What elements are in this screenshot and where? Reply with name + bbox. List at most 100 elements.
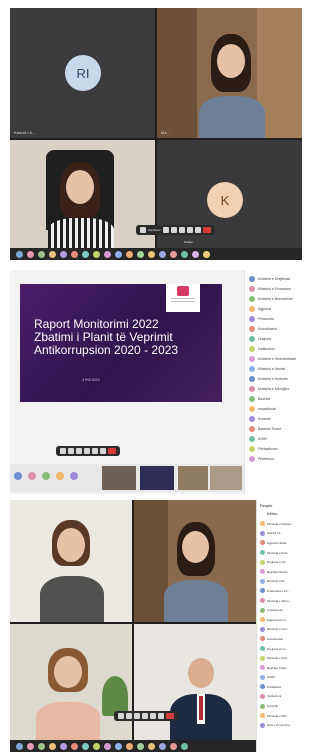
participant-row[interactable]: ASHK	[245, 434, 302, 444]
more-icon[interactable]	[194, 227, 201, 233]
participant-row[interactable]: Bashkia	[245, 394, 302, 404]
participant-thumb[interactable]	[60, 742, 67, 750]
participant-thumb[interactable]	[71, 742, 78, 750]
hangup-button[interactable]	[202, 227, 211, 233]
participant-row[interactable]: Ministria e Drejtësisë	[245, 274, 302, 284]
share-icon[interactable]	[76, 448, 82, 454]
camera-icon[interactable]	[60, 448, 66, 454]
participant-row[interactable]: Agjencia Kom...	[257, 615, 302, 625]
participant-thumb[interactable]	[170, 742, 177, 750]
participant-video-thumb[interactable]	[140, 466, 174, 490]
participant-row[interactable]: Ministria e Mbr...	[257, 711, 302, 721]
participant-row[interactable]: Koordinatori	[245, 324, 302, 334]
participant-row[interactable]: Ministria e Brendshme	[245, 294, 302, 304]
participant-video-tile[interactable]: Ma...	[157, 8, 302, 138]
participant-thumb[interactable]	[115, 742, 122, 750]
mic-icon[interactable]	[126, 713, 132, 719]
participant-thumb[interactable]	[126, 250, 133, 258]
mic-icon[interactable]	[68, 448, 74, 454]
participant-tile[interactable]: RI Kamzë Lit...	[10, 8, 155, 138]
share-icon[interactable]	[170, 227, 177, 233]
participant-row[interactable]: Ministria e Fina...	[257, 548, 302, 558]
participant-row[interactable]: Prefektura	[257, 682, 302, 692]
participant-thumb[interactable]	[82, 742, 89, 750]
participant-thumb[interactable]	[42, 472, 50, 480]
participant-thumb[interactable]	[181, 250, 188, 258]
more-icon[interactable]	[158, 713, 164, 719]
participant-row[interactable]: Ministria e Financave	[245, 284, 302, 294]
participant-video-thumb[interactable]	[178, 466, 208, 490]
participant-thumb[interactable]	[16, 742, 23, 750]
participant-row[interactable]: Prefektura	[245, 454, 302, 464]
participant-row[interactable]: Prokuroria e Ps...	[257, 586, 302, 596]
participant-row[interactable]: Ministria e Shëndetësisë	[245, 354, 302, 364]
participant-row[interactable]: Bashkia Tiranë	[245, 424, 302, 434]
hangup-button[interactable]	[166, 713, 174, 719]
participant-row[interactable]: Institucioni	[245, 344, 302, 354]
participant-thumb[interactable]	[148, 742, 155, 750]
participant-thumb[interactable]	[104, 742, 111, 750]
participant-thumb[interactable]	[115, 250, 122, 258]
participant-row[interactable]: Inspektorati	[245, 404, 302, 414]
participant-row[interactable]: Ministria e Kult...	[257, 653, 302, 663]
participant-row[interactable]: Kamzë Lit...	[257, 529, 302, 539]
participant-row[interactable]: Kontrolli	[257, 701, 302, 711]
people-icon[interactable]	[84, 448, 90, 454]
participant-thumb[interactable]	[126, 742, 133, 750]
participant-thumb[interactable]	[159, 742, 166, 750]
participant-video-thumb[interactable]	[102, 466, 136, 490]
participant-thumb[interactable]	[38, 742, 45, 750]
participant-row[interactable]: Ministria e Drejtës...	[257, 519, 302, 529]
participant-thumb[interactable]	[203, 250, 210, 258]
hangup-button[interactable]	[108, 448, 116, 454]
participant-thumb[interactable]	[82, 250, 89, 258]
people-search[interactable]: Kërko	[257, 511, 302, 519]
chat-icon[interactable]	[186, 227, 193, 233]
participant-thumb[interactable]	[60, 250, 67, 258]
participant-row[interactable]: Ministria e Br...	[257, 577, 302, 587]
participant-row[interactable]: Ministria e Mbrojtjes	[245, 384, 302, 394]
participant-row[interactable]: Ministria e Shën...	[257, 596, 302, 606]
participant-row[interactable]: Institucioni	[257, 692, 302, 702]
participant-thumb[interactable]	[137, 742, 144, 750]
participant-row[interactable]: Drejtoria Kom...	[257, 644, 302, 654]
participant-row[interactable]: Agjencia Shtet...	[257, 538, 302, 548]
participant-row[interactable]: Drejtoria	[245, 334, 302, 344]
participant-row[interactable]: Ministria e Kulturës	[245, 374, 302, 384]
participant-row[interactable]: Zyra e Kryeminis...	[257, 720, 302, 730]
participant-thumb[interactable]	[71, 250, 78, 258]
participant-video-tile[interactable]	[134, 500, 256, 622]
participant-thumb[interactable]	[70, 472, 78, 480]
participant-thumb[interactable]	[28, 472, 36, 480]
participant-thumb[interactable]	[14, 472, 22, 480]
participant-thumb[interactable]	[137, 250, 144, 258]
participant-row[interactable]: Drejtoria e Pa...	[257, 557, 302, 567]
participant-row[interactable]: Koordinatori	[257, 634, 302, 644]
people-icon[interactable]	[142, 713, 148, 719]
participant-video-tile[interactable]	[10, 624, 132, 740]
participant-row[interactable]: Ministria e Arsi...	[257, 625, 302, 635]
participant-row[interactable]: Bashkia Durrës	[257, 567, 302, 577]
participant-thumb[interactable]	[56, 472, 64, 480]
participant-video-thumb[interactable]	[210, 466, 242, 490]
participant-thumb[interactable]	[93, 742, 100, 750]
participant-row[interactable]: Përfaqësues	[245, 444, 302, 454]
participant-video-tile[interactable]	[10, 500, 132, 622]
camera-icon[interactable]	[140, 227, 146, 233]
participant-thumb[interactable]	[93, 250, 100, 258]
participant-row[interactable]: Agjencia	[245, 304, 302, 314]
share-icon[interactable]	[134, 713, 140, 719]
people-icon[interactable]	[178, 227, 185, 233]
participant-video-tile[interactable]	[134, 624, 256, 740]
participant-row[interactable]: Inspektorati	[257, 605, 302, 615]
participant-thumb[interactable]	[27, 250, 34, 258]
chat-icon[interactable]	[92, 448, 98, 454]
participant-row[interactable]: ASHK	[257, 673, 302, 683]
participant-thumb[interactable]	[192, 250, 199, 258]
chat-icon[interactable]	[150, 713, 156, 719]
participant-thumb[interactable]	[104, 250, 111, 258]
more-icon[interactable]	[100, 448, 106, 454]
participant-thumb[interactable]	[170, 250, 177, 258]
participant-thumb[interactable]	[181, 742, 188, 750]
participant-row[interactable]: Prokuroria	[245, 314, 302, 324]
